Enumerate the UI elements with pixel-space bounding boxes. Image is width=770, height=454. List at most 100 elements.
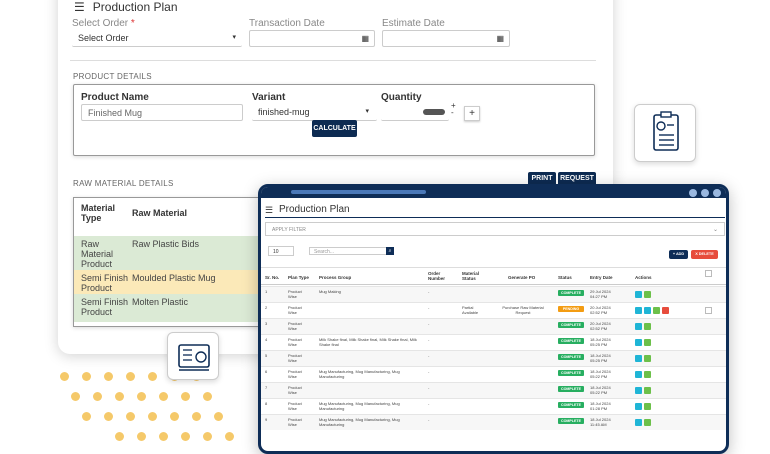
table-row[interactable]: 8 Product Wise Mug Manufacturing, Mug Manu…: [261, 398, 726, 414]
delete-button[interactable]: X DELETE: [691, 250, 718, 259]
cell: Semi Finish Product: [81, 297, 129, 317]
product-name-input[interactable]: Finished Mug: [81, 104, 243, 121]
search-icon[interactable]: ⌕: [386, 247, 394, 255]
order-number: -: [428, 417, 430, 422]
plan-type: Product Wise: [288, 385, 302, 395]
table-row[interactable]: 6 Product Wise Mug Manufacturing, Mug Manu…: [261, 366, 726, 382]
view-icon[interactable]: [635, 307, 642, 314]
search-input[interactable]: Search...: [309, 247, 391, 255]
view-icon[interactable]: [635, 291, 642, 298]
view-icon[interactable]: [635, 371, 642, 378]
decorative-dot: [71, 392, 80, 401]
divider: [265, 217, 725, 218]
view-icon[interactable]: [635, 323, 642, 330]
edit-icon[interactable]: [644, 419, 651, 426]
window-control[interactable]: [713, 189, 721, 197]
entry-date: 29 Jul 2024 04:27 PM: [590, 289, 611, 299]
select-all-checkbox[interactable]: [705, 270, 712, 277]
entry-date: 18 Jul 2024 01:28 PM: [590, 401, 611, 411]
entry-date-time: 11:45 AM: [590, 422, 607, 427]
raw-material-details-heading: RAW MATERIAL DETAILS: [73, 179, 174, 188]
view-icon[interactable]: [635, 403, 642, 410]
add-button[interactable]: + ADD: [669, 250, 688, 259]
quantity-slider[interactable]: [423, 109, 445, 115]
decorative-dot: [214, 412, 223, 421]
window-control[interactable]: [689, 189, 697, 197]
edit-icon[interactable]: [644, 403, 651, 410]
page-size-select[interactable]: 10: [268, 246, 294, 256]
decorative-dot: [181, 392, 190, 401]
table-row[interactable]: Raw Material Product Raw Plastic Bids: [74, 236, 262, 270]
window-control[interactable]: [701, 189, 709, 197]
view-icon[interactable]: [635, 387, 642, 394]
transaction-date-label: Transaction Date: [249, 18, 325, 29]
edit-icon[interactable]: [644, 323, 651, 330]
table-row[interactable]: 1 Product Wise Mug Making - COMPLETE 29 Jul 2…: [261, 286, 726, 302]
chevron-down-icon: ▾: [232, 34, 236, 41]
edit-icon[interactable]: [644, 291, 651, 298]
view-icon[interactable]: [635, 339, 642, 346]
table-row[interactable]: Semi Finish Product Moulded Plastic Mug: [74, 270, 262, 294]
edit-icon[interactable]: [644, 387, 651, 394]
order-number: -: [428, 337, 430, 342]
estimate-date-input[interactable]: ▦: [382, 30, 510, 47]
variant-dropdown[interactable]: finished-mug ▾: [252, 104, 377, 121]
decorative-dot: [126, 412, 135, 421]
select-order-label: Select Order *: [72, 18, 135, 29]
calendar-icon[interactable]: ▦: [361, 34, 369, 43]
entry-date-time: 04:27 PM: [590, 294, 608, 299]
apply-filter-dropdown[interactable]: APPLY FILTER ⌄: [265, 222, 725, 236]
table-row[interactable]: Semi Finish Product Molten Plastic: [74, 294, 262, 322]
decorative-dot: [192, 412, 201, 421]
decorative-dot: [82, 412, 91, 421]
status-badge: COMPLETE: [558, 402, 584, 408]
decorative-dot: [170, 412, 179, 421]
table-row[interactable]: 3 Product Wise - COMPLETE 20 Jul 2024 02:52 P…: [261, 318, 726, 334]
delete-icon[interactable]: [662, 307, 669, 314]
edit-icon[interactable]: [644, 371, 651, 378]
edit-icon[interactable]: [653, 307, 660, 314]
transaction-date-input[interactable]: ▦: [249, 30, 375, 47]
status-badge: COMPLETE: [558, 418, 584, 424]
row-number: 9: [265, 417, 268, 422]
column-header: Sr. No.: [265, 275, 280, 280]
menu-icon[interactable]: ☰: [265, 205, 273, 216]
quantity-input[interactable]: [381, 104, 449, 121]
entry-date-time: 05:25 PM: [590, 342, 608, 347]
entry-date: 18 Jul 2024 05:25 PM: [590, 353, 611, 363]
status-badge: COMPLETE: [558, 338, 584, 344]
edit-icon[interactable]: [644, 339, 651, 346]
table-row[interactable]: 5 Product Wise - COMPLETE 18 Jul 2024 05:25 P…: [261, 350, 726, 366]
row-checkbox[interactable]: [705, 307, 712, 314]
cell: Moulded Plastic Mug: [132, 273, 216, 283]
row-number: 3: [265, 321, 268, 326]
decorative-dot: [159, 432, 168, 441]
edit-icon[interactable]: [644, 355, 651, 362]
view-icon[interactable]: [635, 355, 642, 362]
decorative-dot: [148, 412, 157, 421]
divider: [70, 60, 596, 61]
process-group: Mug Manufacturing, Mug Manufacturing, Mu…: [319, 401, 400, 411]
quantity-stepper[interactable]: + -: [451, 102, 456, 117]
address-bar: [291, 190, 426, 194]
table-row[interactable]: 9 Product Wise Mug Manufacturing, Mug Manu…: [261, 414, 726, 430]
decorative-dot: [137, 432, 146, 441]
plan-type: Product Wise: [288, 305, 302, 315]
calculate-button[interactable]: CALCULATE: [312, 120, 357, 137]
menu-icon[interactable]: ☰: [74, 0, 85, 14]
decorative-dot: [60, 372, 69, 381]
table-row[interactable]: 7 Product Wise - COMPLETE 18 Jul 2024 05:22 P…: [261, 382, 726, 398]
generate-po-link[interactable]: Purchase Raw Material Request: [497, 305, 549, 315]
calendar-icon[interactable]: ▦: [496, 34, 504, 43]
table-row[interactable]: 4 Product Wise Milk Shake final, Milk Shak…: [261, 334, 726, 350]
column-header: Plan Type: [288, 275, 309, 280]
raw-material-table: Material Type Raw Material Raw Material …: [73, 197, 263, 327]
table-row[interactable]: 2 Product Wise - Partial Available Purchase …: [261, 302, 726, 318]
entry-date-time: 05:22 PM: [590, 390, 608, 395]
variant-label: Variant: [252, 92, 286, 103]
add-quantity-button[interactable]: +: [464, 106, 480, 121]
select-order-dropdown[interactable]: Select Order ▾: [72, 30, 242, 47]
decorative-dot: [115, 392, 124, 401]
view-icon[interactable]: [635, 419, 642, 426]
view-icon[interactable]: [644, 307, 651, 314]
